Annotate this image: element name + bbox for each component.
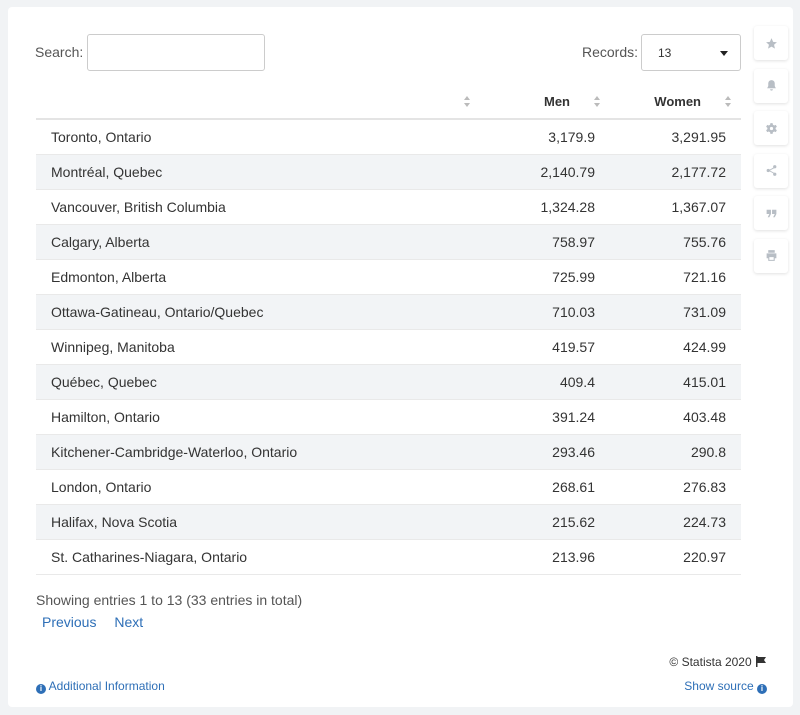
quote-icon: [766, 209, 776, 217]
action-sidebar: [754, 26, 788, 281]
table-row: Kitchener-Cambridge-Waterloo, Ontario 293…: [36, 434, 741, 470]
cell-city: Toronto, Ontario: [36, 119, 480, 155]
records-label: Records:: [582, 44, 639, 60]
cell-men: 409.4: [480, 364, 610, 400]
records-selected-value: 13: [658, 46, 672, 60]
print-button[interactable]: [754, 238, 788, 273]
flag-icon[interactable]: [755, 656, 767, 667]
cell-women: 276.83: [610, 469, 741, 505]
data-table: Men Women Toronto, Ontario 3,179.9 3,291.9…: [36, 84, 741, 575]
cell-men: 293.46: [480, 434, 610, 470]
sort-icon: [725, 96, 732, 108]
cell-city: Québec, Quebec: [36, 364, 480, 400]
cell-city: London, Ontario: [36, 469, 480, 505]
cell-men: 213.96: [480, 539, 610, 575]
copyright: © Statista 2020: [669, 655, 767, 669]
cell-city: Montréal, Quebec: [36, 154, 480, 190]
cell-city: Ottawa-Gatineau, Ontario/Quebec: [36, 294, 480, 330]
cell-city: St. Catharines-Niagara, Ontario: [36, 539, 480, 575]
cell-city: Edmonton, Alberta: [36, 259, 480, 295]
additional-information-label: Additional Information: [48, 679, 165, 693]
chevron-down-icon: [720, 51, 728, 56]
cell-men: 215.62: [480, 504, 610, 540]
sort-icon: [464, 96, 471, 108]
cell-women: 415.01: [610, 364, 741, 400]
cell-men: 268.61: [480, 469, 610, 505]
share-icon: [766, 165, 776, 176]
table-row: Hamilton, Ontario 391.24 403.48: [36, 399, 741, 435]
cell-city: Calgary, Alberta: [36, 224, 480, 260]
show-source-label: Show source: [684, 679, 754, 693]
table-row: Toronto, Ontario 3,179.9 3,291.95: [36, 119, 741, 155]
cell-women: 1,367.07: [610, 189, 741, 225]
sort-icon: [594, 96, 601, 108]
cell-women: 755.76: [610, 224, 741, 260]
notification-button[interactable]: [754, 68, 788, 103]
entries-summary: Showing entries 1 to 13 (33 entries in t…: [36, 592, 303, 608]
cell-city: Kitchener-Cambridge-Waterloo, Ontario: [36, 434, 480, 470]
bell-icon: [766, 80, 776, 91]
column-header-city[interactable]: [36, 84, 480, 120]
cell-men: 725.99: [480, 259, 610, 295]
cell-city: Hamilton, Ontario: [36, 399, 480, 435]
info-icon: i: [757, 684, 767, 694]
table-row: Winnipeg, Manitoba 419.57 424.99: [36, 329, 741, 365]
show-source-link[interactable]: Show source i: [684, 679, 767, 694]
cell-men: 419.57: [480, 329, 610, 365]
table-row: Calgary, Alberta 758.97 755.76: [36, 224, 741, 260]
cell-men: 2,140.79: [480, 154, 610, 190]
table-row: St. Catharines-Niagara, Ontario 213.96 220…: [36, 539, 741, 575]
cell-men: 391.24: [480, 399, 610, 435]
cell-women: 290.8: [610, 434, 741, 470]
cell-men: 3,179.9: [480, 119, 610, 155]
table-row: Ottawa-Gatineau, Ontario/Quebec 710.03 731…: [36, 294, 741, 330]
table-row: Québec, Quebec 409.4 415.01: [36, 364, 741, 400]
statistics-card: Search: Records: 13 Men Women Toronto, O…: [8, 7, 793, 707]
bookmark-button[interactable]: [754, 26, 788, 60]
additional-information-link[interactable]: i Additional Information: [36, 679, 165, 694]
cell-men: 1,324.28: [480, 189, 610, 225]
table-row: London, Ontario 268.61 276.83: [36, 469, 741, 505]
table-row: Halifax, Nova Scotia 215.62 224.73: [36, 504, 741, 540]
copyright-text: © Statista 2020: [669, 655, 752, 669]
pagination: Previous Next: [42, 614, 157, 630]
search-label: Search:: [35, 44, 84, 60]
cell-women: 731.09: [610, 294, 741, 330]
next-page-link[interactable]: Next: [114, 614, 143, 630]
share-button[interactable]: [754, 153, 788, 188]
gear-icon: [765, 122, 777, 134]
cell-women: 220.97: [610, 539, 741, 575]
table-row: Edmonton, Alberta 725.99 721.16: [36, 259, 741, 295]
cell-women: 2,177.72: [610, 154, 741, 190]
cell-city: Halifax, Nova Scotia: [36, 504, 480, 540]
records-select[interactable]: 13: [641, 34, 741, 71]
table-header-row: Men Women: [36, 84, 741, 120]
settings-button[interactable]: [754, 111, 788, 145]
cite-button[interactable]: [754, 196, 788, 230]
cell-women: 424.99: [610, 329, 741, 365]
cell-city: Vancouver, British Columbia: [36, 189, 480, 225]
previous-page-link[interactable]: Previous: [42, 614, 96, 630]
cell-women: 224.73: [610, 504, 741, 540]
star-icon: [765, 37, 777, 49]
cell-women: 3,291.95: [610, 119, 741, 155]
info-icon: i: [36, 684, 46, 694]
cell-city: Winnipeg, Manitoba: [36, 329, 480, 365]
print-icon: [766, 250, 776, 261]
cell-men: 758.97: [480, 224, 610, 260]
cell-women: 721.16: [610, 259, 741, 295]
table-row: Montréal, Quebec 2,140.79 2,177.72: [36, 154, 741, 190]
cell-men: 710.03: [480, 294, 610, 330]
table-row: Vancouver, British Columbia 1,324.28 1,367…: [36, 189, 741, 225]
column-header-women[interactable]: Women: [610, 84, 741, 120]
column-header-men[interactable]: Men: [480, 84, 610, 120]
search-input[interactable]: [87, 34, 265, 71]
cell-women: 403.48: [610, 399, 741, 435]
